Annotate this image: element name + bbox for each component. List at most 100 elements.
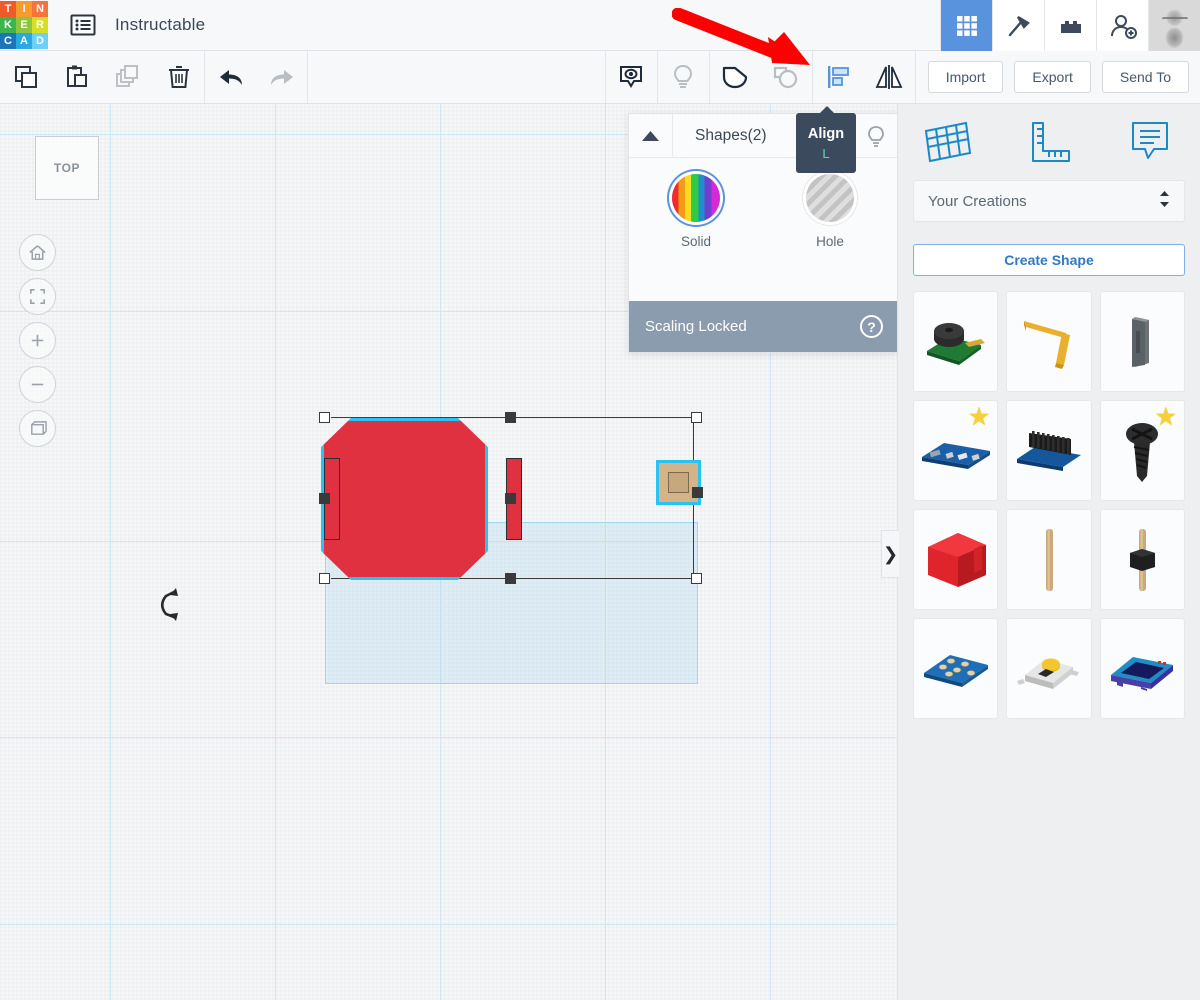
align-icon[interactable] — [813, 51, 864, 103]
star-badge-icon: ★ — [1154, 403, 1177, 431]
codeblocks-icon[interactable] — [992, 0, 1044, 51]
shape-type-options: Solid Hole — [629, 158, 897, 286]
hole-swatch[interactable] — [806, 174, 854, 222]
shape-tile-gray-block[interactable] — [1099, 291, 1185, 392]
shape-tile-allen-wrench[interactable] — [1006, 291, 1092, 392]
tinkercad-logo[interactable]: TINKERCAD — [0, 1, 48, 49]
toolbar-divider-7 — [914, 51, 916, 103]
shapes-panel-header: Shapes(2) — [629, 114, 897, 158]
scale-handle-corner[interactable] — [691, 573, 702, 584]
file-actions: Import Export Send To — [927, 61, 1200, 93]
toolbar-divider-2 — [307, 51, 308, 103]
shape-tile-blue-sensor-board[interactable]: ★ — [913, 400, 999, 501]
hole-label: Hole — [816, 234, 844, 249]
shape-tile-lcd-display[interactable] — [1099, 618, 1185, 719]
right-sidebar: ❯ Your Creations Create Shape ★ ★ — [881, 104, 1200, 1000]
import-button[interactable]: Import — [927, 61, 1004, 93]
redo-icon[interactable] — [256, 51, 307, 103]
shape-library-value: Your Creations — [928, 192, 1027, 210]
note-icon[interactable] — [1099, 104, 1200, 180]
blocks-icon[interactable] — [1044, 0, 1096, 51]
scale-handle-shape[interactable] — [692, 487, 703, 498]
solid-option[interactable]: Solid — [629, 174, 763, 249]
logo-tile-d: D — [32, 33, 48, 49]
scaling-locked-bar: Scaling Locked ? — [629, 301, 899, 352]
avatar[interactable] — [1148, 0, 1200, 51]
scale-handle-corner[interactable] — [319, 412, 330, 423]
align-tooltip-title: Align — [807, 125, 845, 142]
tinkercad-app: TINKERCAD Instructable Import Export Sen… — [0, 0, 1200, 1000]
logo-tile-k: K — [0, 17, 16, 33]
shape-tile-pin-header-board[interactable] — [1006, 400, 1092, 501]
shape-tile-stick-with-block[interactable] — [1099, 509, 1185, 610]
rotate-icon[interactable] — [152, 584, 186, 624]
view-cube[interactable]: TOP — [35, 136, 99, 200]
solid-label: Solid — [680, 234, 712, 249]
question-mark-icon[interactable]: ? — [860, 315, 883, 338]
shape-tile-black-screw[interactable]: ★ — [1099, 400, 1185, 501]
add-user-icon[interactable] — [1096, 0, 1148, 51]
shape-tile-keypad-pcb[interactable] — [913, 618, 999, 719]
hole-option[interactable]: Hole — [763, 174, 897, 249]
shape-library-select[interactable]: Your Creations — [913, 180, 1185, 222]
group-icon[interactable] — [710, 51, 761, 103]
chevron-up-icon[interactable] — [629, 114, 673, 157]
nav-buttons-group — [19, 234, 56, 454]
paste-icon[interactable] — [51, 51, 102, 103]
logo-tile-t: T — [0, 1, 16, 17]
grid-line — [110, 104, 111, 1000]
scale-handle-corner[interactable] — [691, 412, 702, 423]
ruler-icon[interactable] — [999, 104, 1100, 180]
chevron-updown-icon — [1159, 190, 1170, 212]
top-bar-right-group — [940, 0, 1200, 51]
create-shape-button[interactable]: Create Shape — [913, 244, 1185, 276]
delete-icon[interactable] — [153, 51, 204, 103]
top-bar: TINKERCAD Instructable — [0, 0, 1200, 51]
logo-tile-c: C — [0, 33, 16, 49]
ungroup-icon[interactable] — [761, 51, 812, 103]
shape-tile-wood-stick[interactable] — [1006, 509, 1092, 610]
mirror-icon[interactable] — [864, 51, 915, 103]
tan-square-post[interactable] — [656, 460, 701, 505]
shape-library-grid: ★ ★ — [913, 291, 1185, 719]
ortho-toggle-button[interactable] — [19, 410, 56, 447]
scale-handle-edge[interactable] — [505, 573, 516, 584]
send-to-button[interactable]: Send To — [1101, 61, 1189, 93]
scale-handle-corner[interactable] — [319, 573, 330, 584]
shapes-panel-title: Shapes(2) — [695, 126, 767, 144]
home-view-button[interactable] — [19, 234, 56, 271]
toolbar: Import Export Send To — [0, 51, 1200, 104]
lightbulb-icon[interactable] — [865, 125, 887, 154]
logo-tile-a: A — [16, 33, 32, 49]
star-badge-icon: ★ — [967, 403, 991, 431]
solid-color-swatch[interactable] — [672, 174, 720, 222]
shape-tile-tactile-button[interactable] — [1006, 618, 1092, 719]
shapes-inspector-panel: Shapes(2) Solid Hole Scaling Locked ? — [628, 113, 899, 353]
list-menu-icon[interactable] — [66, 10, 100, 40]
export-button[interactable]: Export — [1014, 61, 1091, 93]
workplane-icon[interactable] — [898, 104, 999, 180]
chevron-right-icon[interactable]: ❯ — [881, 530, 899, 578]
logo-tile-e: E — [16, 17, 32, 33]
copy-icon[interactable] — [0, 51, 51, 103]
grid-line — [0, 737, 897, 738]
shape-tile-red-box[interactable] — [913, 509, 999, 610]
undo-icon[interactable] — [205, 51, 256, 103]
duplicate-icon[interactable] — [102, 51, 153, 103]
fit-view-button[interactable] — [19, 278, 56, 315]
align-tooltip: Align L — [796, 106, 856, 173]
sidebar-tool-icons — [898, 104, 1200, 180]
scale-handle-edge[interactable] — [505, 412, 516, 423]
align-tooltip-shortcut: L — [822, 145, 830, 161]
lightbulb-icon[interactable] — [658, 51, 709, 103]
zoom-in-button[interactable] — [19, 322, 56, 359]
scaling-locked-label: Scaling Locked — [645, 318, 747, 335]
red-rounded-box[interactable] — [321, 418, 488, 580]
grid-view-icon[interactable] — [940, 0, 992, 51]
zoom-out-button[interactable] — [19, 366, 56, 403]
scale-handle-edge[interactable] — [319, 493, 330, 504]
document-title[interactable]: Instructable — [115, 15, 205, 35]
visibility-icon[interactable] — [606, 51, 657, 103]
shape-tile-buzzer-pcb[interactable] — [913, 291, 999, 392]
scale-handle-center[interactable] — [505, 493, 516, 504]
